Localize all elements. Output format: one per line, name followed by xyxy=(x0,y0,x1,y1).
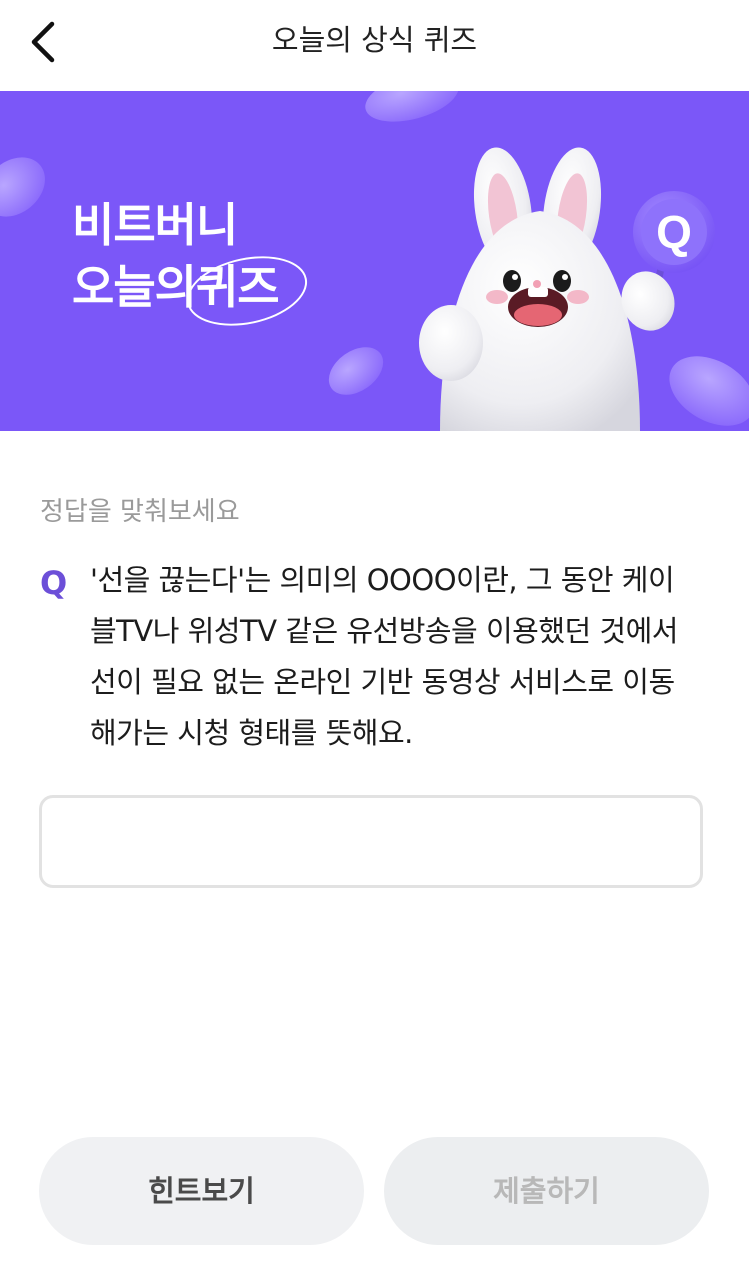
bunny-arm xyxy=(419,305,483,381)
bunny-eye xyxy=(553,270,571,292)
question-line: 블TV나 위성TV 같은 유선방송을 이용했던 것에서 xyxy=(90,614,678,648)
banner-title-prefix: 오늘의 xyxy=(72,260,197,314)
app-header: 오늘의 상식 퀴즈 xyxy=(0,0,749,90)
coin-decoration xyxy=(328,347,384,395)
coin-decoration xyxy=(669,356,749,426)
question-line: 선이 필요 없는 온라인 기반 동영상 서비스로 이동 xyxy=(90,665,675,699)
hint-button[interactable]: 힌트보기 xyxy=(39,1137,364,1245)
question-text: '선을 끊는다'는 의미의 OOOO이란, 그 동안 케이 블TV나 위성TV … xyxy=(90,555,715,759)
banner-title-circled: 퀴즈 xyxy=(196,256,280,318)
coin-decoration xyxy=(365,91,459,122)
question-line: '선을 끊는다'는 의미의 OOOO이란, 그 동안 케이 xyxy=(90,563,675,597)
banner-title-line1: 비트버니 xyxy=(72,198,238,252)
submit-button[interactable]: 제출하기 xyxy=(384,1137,709,1245)
banner-title: 비트버니 오늘의퀴즈 xyxy=(72,194,280,318)
page-title: 오늘의 상식 퀴즈 xyxy=(271,23,478,57)
banner-title-line2: 오늘의퀴즈 xyxy=(72,256,280,318)
question-mark-label: Q xyxy=(40,564,68,602)
quiz-banner: Q 비트버니 오늘의퀴즈 xyxy=(0,91,749,431)
question-line: 해가는 시청 형태를 뜻해요. xyxy=(90,716,413,750)
quiz-page: 오늘의 상식 퀴즈 Q 비트버니 오늘의퀴즈 정답을 맞춰보세요 Q '선을 끊… xyxy=(0,0,749,1284)
quiz-prompt: 정답을 맞춰보세요 xyxy=(40,497,240,527)
q-badge-letter: Q xyxy=(656,206,692,258)
answer-input[interactable] xyxy=(39,795,703,888)
coin-decoration xyxy=(0,157,45,217)
bunny-eye xyxy=(503,270,521,292)
